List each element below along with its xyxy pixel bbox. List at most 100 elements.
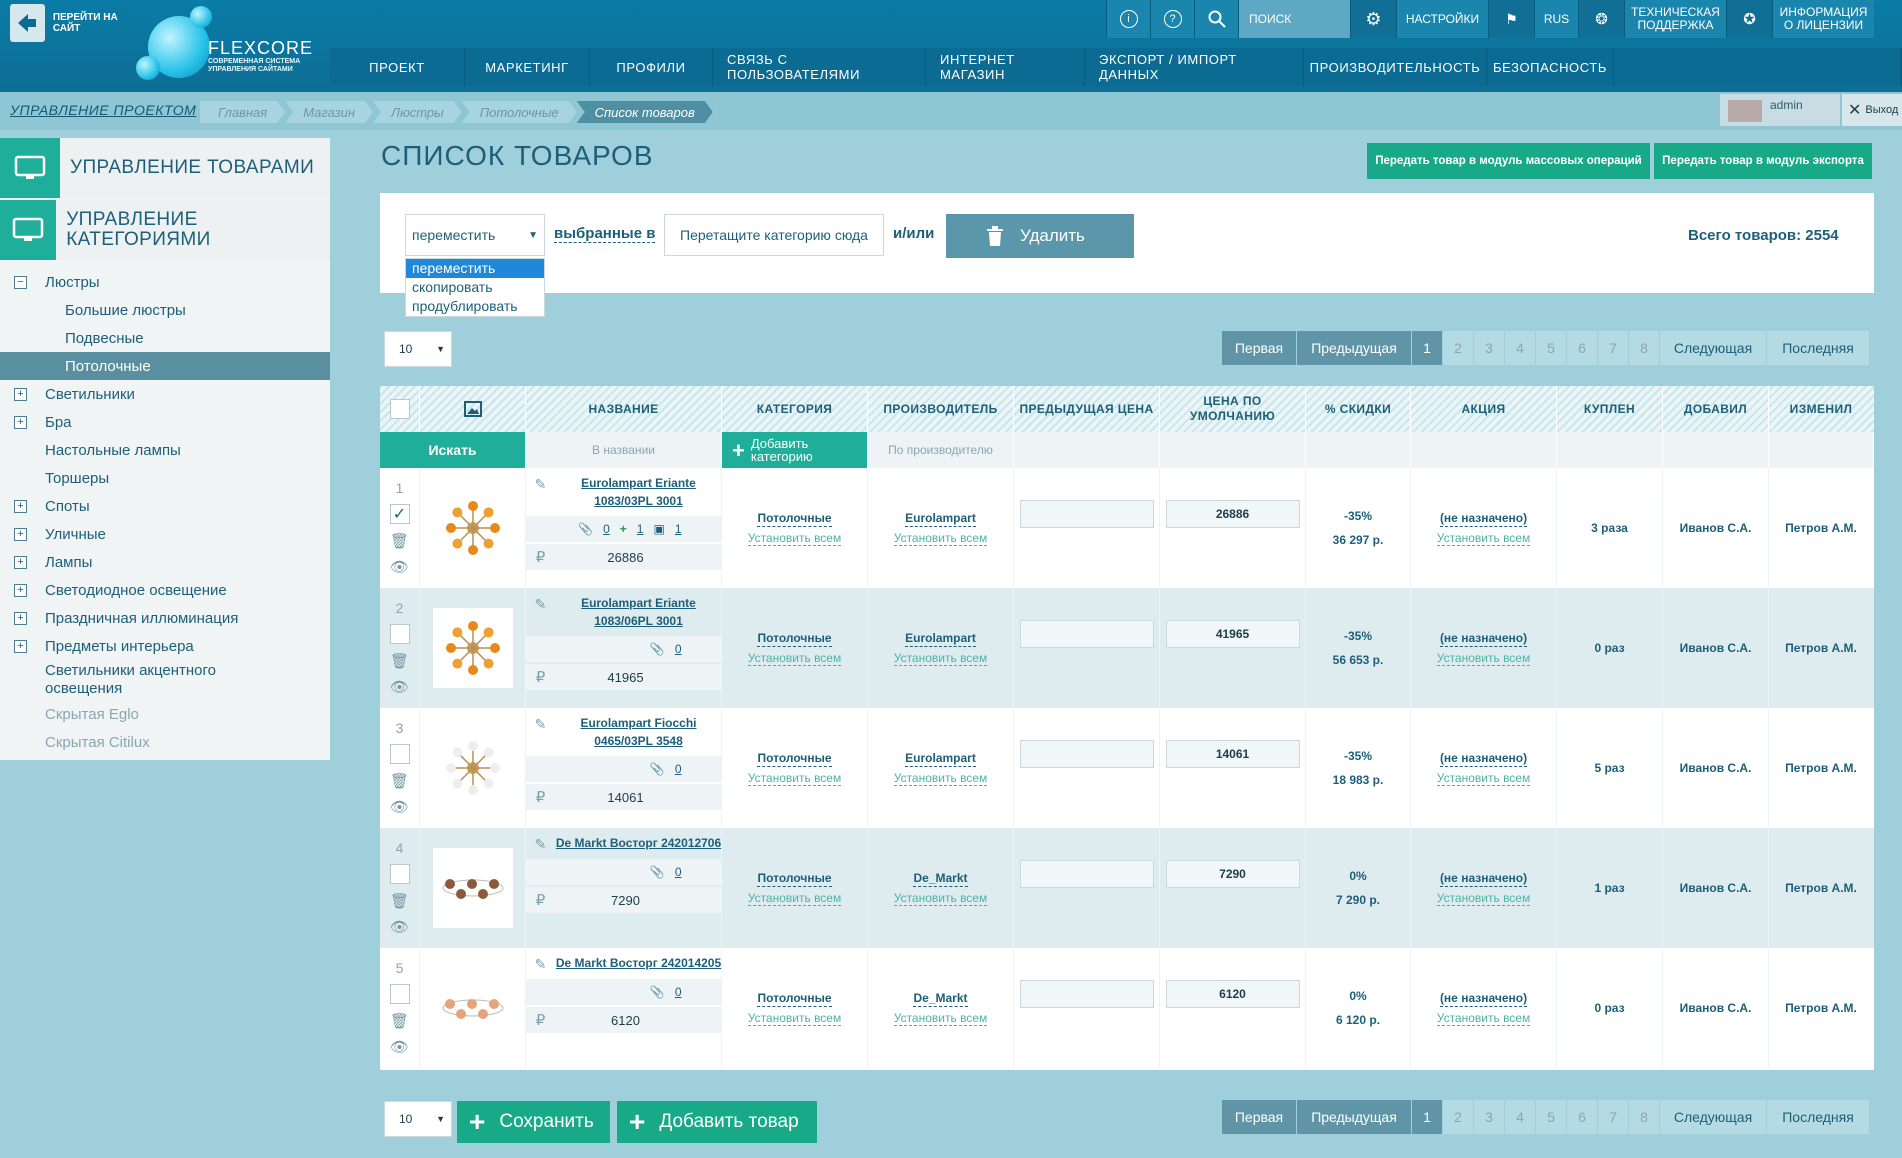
- nav-performance[interactable]: ПРОИЗВОДИТЕЛЬНОСТЬ: [1304, 48, 1487, 86]
- row-checkbox[interactable]: [389, 744, 410, 764]
- prev-price-input[interactable]: [1019, 740, 1154, 768]
- column-header-promo[interactable]: АКЦИЯ: [1411, 386, 1557, 432]
- category-link[interactable]: Потолочные: [757, 870, 832, 887]
- breadcrumb-home[interactable]: Главная: [200, 101, 285, 123]
- prev-price-input[interactable]: [1019, 980, 1154, 1008]
- eye-icon[interactable]: 👁: [390, 678, 409, 696]
- product-name-link[interactable]: Eurolampart Fiocchi 0465/03PL 3548: [556, 714, 722, 750]
- product-price-field[interactable]: ₽14061: [525, 784, 722, 810]
- search-button[interactable]: [1194, 0, 1238, 38]
- set-all-link[interactable]: Установить всем: [893, 891, 988, 906]
- default-price-input[interactable]: 14061: [1165, 740, 1300, 768]
- set-all-link[interactable]: Установить всем: [747, 651, 842, 666]
- page-next[interactable]: Следующая: [1660, 1100, 1766, 1134]
- license-button[interactable]: ИНФОРМАЦИЯ О ЛИЦЕНЗИИ: [1772, 0, 1874, 38]
- support-button[interactable]: ТЕХНИЧЕСКАЯ ПОДДЕРЖКА: [1624, 0, 1726, 38]
- page-number[interactable]: 6: [1567, 1100, 1597, 1134]
- tree-item[interactable]: Торшеры: [0, 464, 330, 492]
- default-price-input[interactable]: 6120: [1165, 980, 1300, 1008]
- product-name-link[interactable]: De Markt Восторг 242014205: [556, 954, 722, 972]
- breadcrumb-ceiling[interactable]: Потолочные: [462, 101, 577, 123]
- files-count[interactable]: 0: [675, 985, 682, 999]
- page-number[interactable]: 2: [1443, 331, 1473, 365]
- select-all-checkbox[interactable]: [389, 399, 410, 419]
- maker-filter-input[interactable]: По производителю: [868, 432, 1014, 468]
- tree-item[interactable]: Большие люстры: [0, 296, 330, 324]
- name-filter-input[interactable]: В названии: [526, 432, 722, 468]
- logout-button[interactable]: ✕ Выход: [1842, 94, 1902, 126]
- pictures-count[interactable]: 1: [675, 522, 682, 536]
- default-price-filter[interactable]: [1160, 432, 1306, 468]
- page-number[interactable]: 3: [1474, 331, 1504, 365]
- set-all-link[interactable]: Установить всем: [1436, 891, 1531, 906]
- page-next[interactable]: Следующая: [1660, 331, 1766, 365]
- project-management-link[interactable]: УПРАВЛЕНИЕ ПРОЕКТОМ: [10, 102, 196, 118]
- add-category-filter-button[interactable]: + Добавить категорию: [722, 432, 868, 468]
- eye-icon[interactable]: 👁: [390, 1038, 409, 1056]
- row-checkbox[interactable]: [389, 864, 410, 884]
- maker-link[interactable]: De_Markt: [913, 870, 968, 887]
- default-price-input[interactable]: 26886: [1165, 500, 1300, 528]
- set-all-link[interactable]: Установить всем: [893, 651, 988, 666]
- tree-item[interactable]: Скрытая Citilux: [0, 728, 330, 756]
- column-header-discount[interactable]: % СКИДКИ: [1306, 386, 1411, 432]
- category-link[interactable]: Потолочные: [757, 630, 832, 647]
- expand-icon[interactable]: +: [14, 415, 27, 429]
- breadcrumb-chandeliers[interactable]: Люстры: [373, 101, 462, 123]
- tree-item[interactable]: + Праздничная иллюминация: [0, 604, 330, 632]
- tree-item[interactable]: + Светодиодное освещение: [0, 576, 330, 604]
- row-checkbox[interactable]: ✓: [389, 504, 410, 524]
- promo-link[interactable]: (не назначено): [1439, 750, 1528, 767]
- product-price-field[interactable]: ₽6120: [525, 1007, 722, 1033]
- files-count[interactable]: 0: [675, 762, 682, 776]
- tree-item[interactable]: + Бра: [0, 408, 330, 436]
- collapse-icon[interactable]: −: [14, 275, 27, 289]
- action-option-copy[interactable]: скопировать: [406, 278, 544, 297]
- set-all-link[interactable]: Установить всем: [747, 891, 842, 906]
- set-all-link[interactable]: Установить всем: [893, 771, 988, 786]
- action-option-move[interactable]: переместить: [406, 259, 544, 278]
- pencil-icon[interactable]: ✎: [526, 594, 556, 613]
- flexcore-logo[interactable]: FLEXCORE СОВРЕМЕННАЯ СИСТЕМА УПРАВЛЕНИЯ …: [130, 6, 330, 90]
- prev-price-input[interactable]: [1019, 500, 1154, 528]
- tree-item[interactable]: Светильники акцентного освещения: [0, 660, 330, 700]
- add-product-button[interactable]: + Добавить товар: [617, 1101, 817, 1143]
- row-checkbox[interactable]: [389, 624, 410, 644]
- page-last[interactable]: Последняя: [1767, 331, 1869, 365]
- category-link[interactable]: Потолочные: [757, 510, 832, 527]
- tree-item[interactable]: + Лампы: [0, 548, 330, 576]
- nav-marketing[interactable]: МАРКЕТИНГ: [465, 48, 590, 86]
- page-number[interactable]: 2: [1443, 1100, 1473, 1134]
- pencil-icon[interactable]: ✎: [526, 474, 556, 493]
- product-thumbnail[interactable]: [432, 488, 513, 568]
- page-number[interactable]: 1: [1412, 331, 1442, 365]
- trash-icon[interactable]: 🗑: [390, 652, 409, 670]
- nav-online-store[interactable]: ИНТЕРНЕТ МАГАЗИН: [926, 48, 1085, 86]
- eye-icon[interactable]: 👁: [390, 558, 409, 576]
- set-all-link[interactable]: Установить всем: [1436, 1011, 1531, 1026]
- nav-security[interactable]: БЕЗОПАСНОСТЬ: [1487, 48, 1614, 86]
- nav-export-import[interactable]: ЭКСПОРТ / ИМПОРТ ДАННЫХ: [1085, 48, 1304, 86]
- category-link[interactable]: Потолочные: [757, 750, 832, 767]
- column-header-name[interactable]: НАЗВАНИЕ: [526, 386, 722, 432]
- tree-item[interactable]: + Уличные: [0, 520, 330, 548]
- page-number[interactable]: 7: [1598, 331, 1628, 365]
- product-name-link[interactable]: Eurolampart Eriante 1083/06PL 3001: [556, 594, 722, 630]
- page-first[interactable]: Первая: [1222, 331, 1296, 365]
- tree-item[interactable]: Скрытая Eglo: [0, 700, 330, 728]
- trash-icon[interactable]: 🗑: [390, 1012, 409, 1030]
- expand-icon[interactable]: +: [14, 639, 27, 653]
- per-page-select[interactable]: 10 ▼: [384, 331, 452, 367]
- nav-project[interactable]: ПРОЕКТ: [330, 48, 465, 86]
- trash-icon[interactable]: 🗑: [390, 532, 409, 550]
- page-number[interactable]: 8: [1629, 331, 1659, 365]
- send-to-export-button[interactable]: Передать товар в модуль экспорта: [1654, 143, 1872, 179]
- maker-link[interactable]: De_Markt: [913, 990, 968, 1007]
- category-link[interactable]: Потолочные: [757, 990, 832, 1007]
- set-all-link[interactable]: Установить всем: [893, 531, 988, 546]
- tree-item[interactable]: + Предметы интерьера: [0, 632, 330, 660]
- maker-link[interactable]: Eurolampart: [905, 750, 976, 767]
- pencil-icon[interactable]: ✎: [526, 954, 556, 973]
- page-number[interactable]: 5: [1536, 1100, 1566, 1134]
- category-drop-zone[interactable]: Перетащите категорию сюда: [664, 214, 884, 256]
